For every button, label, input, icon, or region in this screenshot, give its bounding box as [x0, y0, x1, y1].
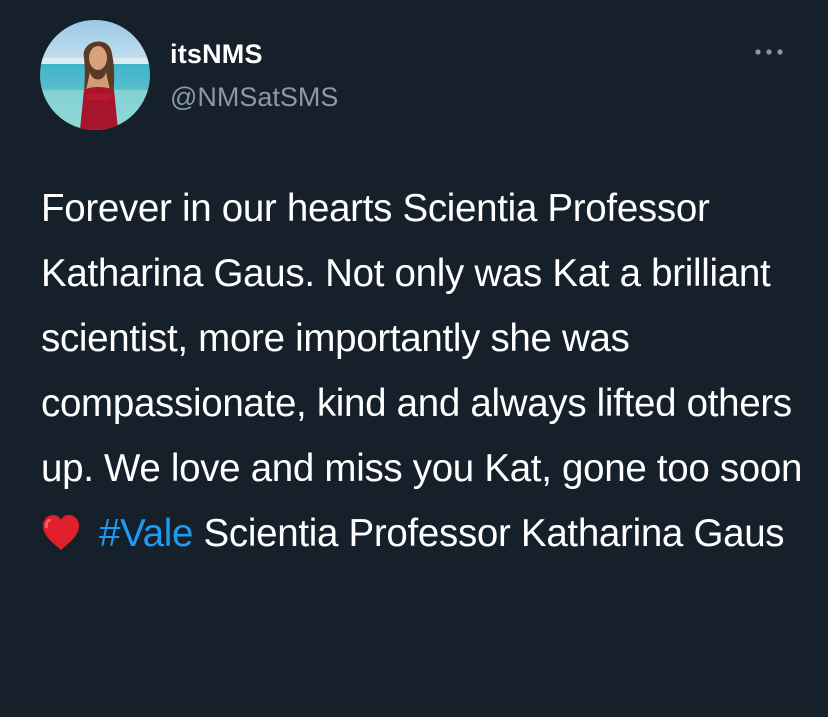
red-heart-emoji-icon [41, 514, 81, 552]
avatar-photo [40, 20, 150, 130]
tweet-card: itsNMS @NMSatSMS Forever in our hearts S… [0, 0, 828, 717]
hashtag-link[interactable]: #Vale [99, 512, 193, 555]
more-horizontal-icon [755, 49, 783, 55]
author-display-name[interactable]: itsNMS [170, 39, 263, 70]
avatar[interactable] [40, 20, 150, 130]
tweet-text-body: Forever in our hearts Scientia Professor… [41, 187, 803, 490]
tweet-text: Forever in our hearts Scientia Professor… [41, 176, 811, 566]
author-handle[interactable]: @NMSatSMS [170, 82, 338, 113]
tweet-text-tail: Scientia Professor Katharina Gaus [193, 512, 785, 555]
more-options-button[interactable] [752, 40, 786, 64]
